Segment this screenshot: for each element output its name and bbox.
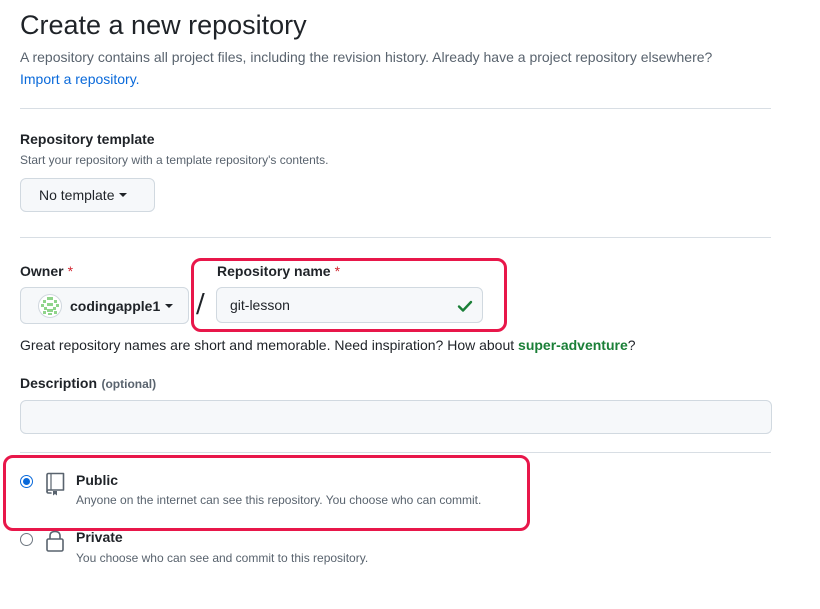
required-mark: * — [334, 263, 341, 279]
template-dropdown-button[interactable]: No template — [20, 178, 155, 212]
description-label: Description (optional) — [20, 375, 156, 393]
private-option-title: Private — [76, 529, 123, 545]
divider — [20, 237, 771, 238]
template-description: Start your repository with a template re… — [20, 153, 329, 167]
description-label-text: Description — [20, 375, 98, 391]
suggested-name-link[interactable]: super-adventure — [518, 337, 628, 353]
divider — [20, 452, 771, 453]
lock-icon — [46, 530, 64, 552]
identicon-avatar-icon — [38, 293, 62, 318]
owner-label: Owner * — [20, 263, 73, 279]
repo-name-input[interactable]: git-lesson — [216, 287, 483, 323]
required-mark: * — [67, 263, 74, 279]
owner-name: codingapple1 — [70, 297, 161, 314]
private-radio[interactable] — [20, 533, 33, 546]
import-repository-link[interactable]: Import a repository. — [20, 71, 140, 87]
owner-repo-separator: / — [196, 289, 205, 319]
template-dropdown-label: No template — [39, 187, 115, 203]
public-option-description: Anyone on the internet can see this repo… — [76, 493, 482, 507]
owner-label-text: Owner — [20, 263, 64, 279]
description-optional: (optional) — [101, 377, 157, 391]
template-label: Repository template — [20, 131, 155, 147]
repo-name-hint-text: Great repository names are short and mem… — [20, 337, 519, 353]
page-intro: A repository contains all project files,… — [20, 49, 713, 65]
repo-name-hint-suffix: ? — [627, 337, 636, 353]
caret-down-icon — [119, 193, 128, 197]
repo-name-hint: Great repository names are short and mem… — [20, 337, 636, 353]
repo-name-value: git-lesson — [230, 297, 290, 313]
divider — [20, 108, 771, 109]
description-input[interactable] — [20, 400, 772, 434]
repo-name-label: Repository name * — [217, 263, 340, 279]
repo-name-label-text: Repository name — [217, 263, 331, 279]
page-title: Create a new repository — [20, 10, 307, 40]
repo-icon — [46, 472, 65, 496]
public-radio[interactable] — [20, 475, 33, 488]
check-icon — [457, 300, 473, 312]
caret-down-icon — [165, 303, 174, 308]
public-option-title: Public — [76, 472, 119, 488]
private-option-description: You choose who can see and commit to thi… — [76, 551, 369, 565]
owner-dropdown-button[interactable]: codingapple1 — [20, 287, 189, 324]
